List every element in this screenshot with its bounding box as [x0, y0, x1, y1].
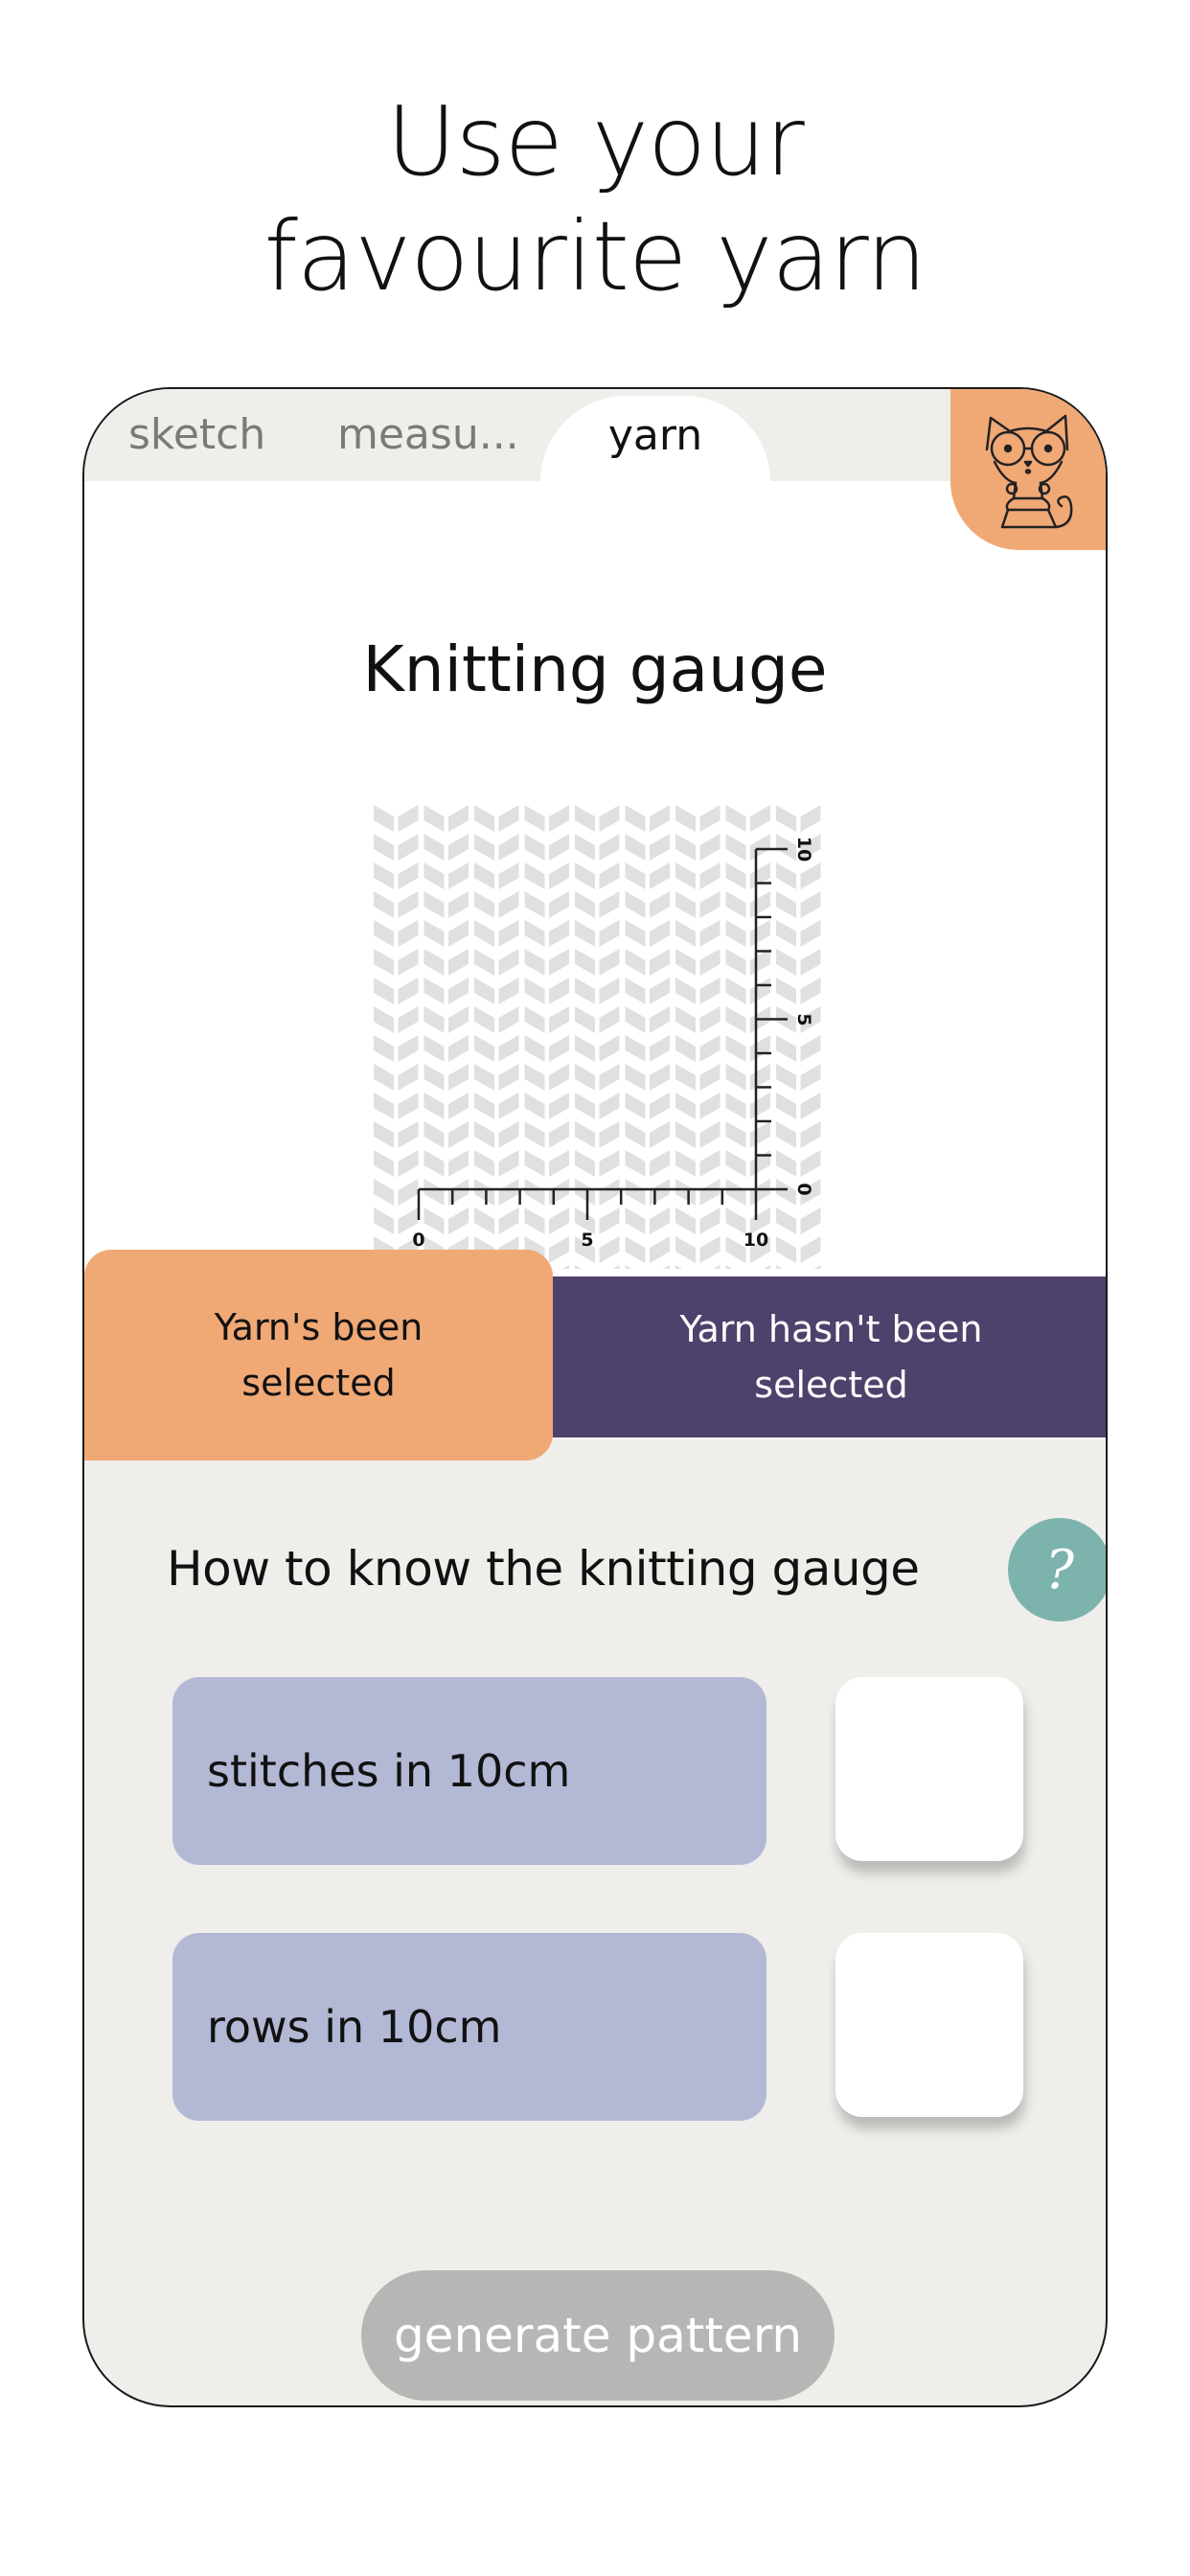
rows-label-text: rows in 10cm: [207, 2001, 502, 2053]
yarn-not-selected-option[interactable]: Yarn hasn't been selected: [553, 1276, 1106, 1438]
rows-field-label: rows in 10cm: [172, 1933, 767, 2121]
headline-line-1: Use your: [386, 85, 804, 197]
tab-yarn-label[interactable]: yarn: [540, 411, 770, 460]
ruler-label-h-10: 10: [744, 1230, 768, 1251]
cat-with-glasses-icon: [985, 414, 1073, 529]
headline-line-2: favourite yarn: [263, 200, 927, 312]
stitches-label-text: stitches in 10cm: [207, 1745, 571, 1797]
stitches-input[interactable]: [835, 1677, 1023, 1861]
question-mark-icon: ?: [1044, 1538, 1075, 1601]
ruler-label-h-0: 0: [412, 1230, 424, 1251]
gauge-title: Knitting gauge: [362, 632, 828, 706]
ruler-label-h-5: 5: [581, 1230, 593, 1251]
generate-pattern-button[interactable]: generate pattern: [361, 2270, 835, 2401]
yarn-selected-label: Yarn's been selected: [214, 1306, 423, 1404]
gauge-help-row: How to know the knitting gauge ?: [167, 1516, 1106, 1622]
help-button[interactable]: ?: [1008, 1518, 1106, 1622]
page-headline: Use your favourite yarn: [0, 84, 1190, 314]
gauge-help-text[interactable]: How to know the knitting gauge: [167, 1541, 920, 1597]
phone-card: sketch measu... yarn Knitting gauge 0 5 …: [82, 387, 1108, 2407]
rows-input[interactable]: [835, 1933, 1023, 2117]
tab-sketch[interactable]: sketch: [128, 410, 265, 459]
ruler-label-v-0: 0: [793, 1183, 814, 1195]
ruler-label-v-10: 10: [793, 837, 814, 862]
mascot-badge[interactable]: [950, 389, 1106, 550]
knit-swatch-illustration: 0 5 10 0 5 10: [371, 803, 825, 1269]
tab-measurements[interactable]: measu...: [337, 410, 519, 459]
yarn-not-selected-label: Yarn hasn't been selected: [679, 1308, 983, 1406]
stitches-field-label: stitches in 10cm: [172, 1677, 767, 1865]
yarn-selected-option[interactable]: Yarn's been selected: [84, 1250, 553, 1460]
ruler-label-v-5: 5: [793, 1013, 814, 1025]
